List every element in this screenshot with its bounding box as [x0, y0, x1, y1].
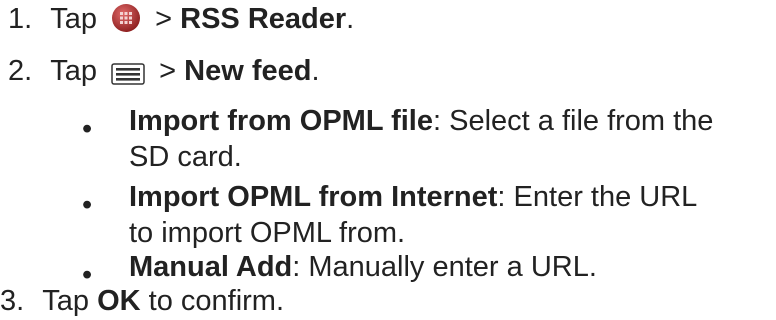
option-manual-add: Manual Add: Manually enter a URL. [129, 250, 597, 284]
instruction-page: { "steps": [ {"number": "1.", "pre": "Ta… [0, 0, 776, 320]
step-description: to confirm. [148, 285, 285, 317]
option-import-opml-internet: Import OPML from Internet: Enter the URL [129, 180, 697, 214]
option-description: : Manually enter a URL. [292, 251, 597, 283]
option-description: : Enter the URL [497, 181, 698, 213]
bullet-marker: • [82, 189, 93, 221]
option-import-opml-internet-cont: to import OPML from. [129, 216, 405, 250]
app-name: RSS Reader [180, 3, 347, 35]
step-verb: Tap [42, 285, 90, 317]
step-separator: > [155, 3, 173, 35]
ok-label: OK [97, 285, 141, 317]
option-title: Manual Add [129, 251, 293, 283]
bullet-marker: • [82, 113, 93, 145]
step-2: 2. Tap > New feed. [8, 54, 320, 93]
step-number: 2. [8, 55, 33, 87]
step-number: 3. [0, 285, 25, 317]
step-number: 1. [8, 3, 33, 35]
step-verb: Tap [50, 55, 98, 87]
option-description: : Select a file from the [432, 105, 714, 137]
menu-icon [111, 59, 145, 93]
step-period: . [311, 55, 320, 87]
option-title: Import OPML from Internet [129, 181, 498, 213]
menu-item-name: New feed [184, 55, 312, 87]
app-grid-icon [111, 3, 141, 41]
step-separator: > [159, 55, 177, 87]
option-import-opml-file: Import from OPML file: Select a file fro… [129, 104, 713, 138]
option-description-cont: SD card. [129, 141, 242, 173]
step-period: . [346, 3, 355, 35]
step-3: 3. Tap OK to confirm. [0, 284, 284, 318]
option-description-cont: to import OPML from. [129, 217, 406, 249]
option-import-opml-file-cont: SD card. [129, 140, 242, 174]
step-verb: Tap [50, 3, 98, 35]
option-title: Import from OPML file [129, 105, 433, 137]
step-1: 1. Tap > RSS Reader. [8, 2, 354, 41]
